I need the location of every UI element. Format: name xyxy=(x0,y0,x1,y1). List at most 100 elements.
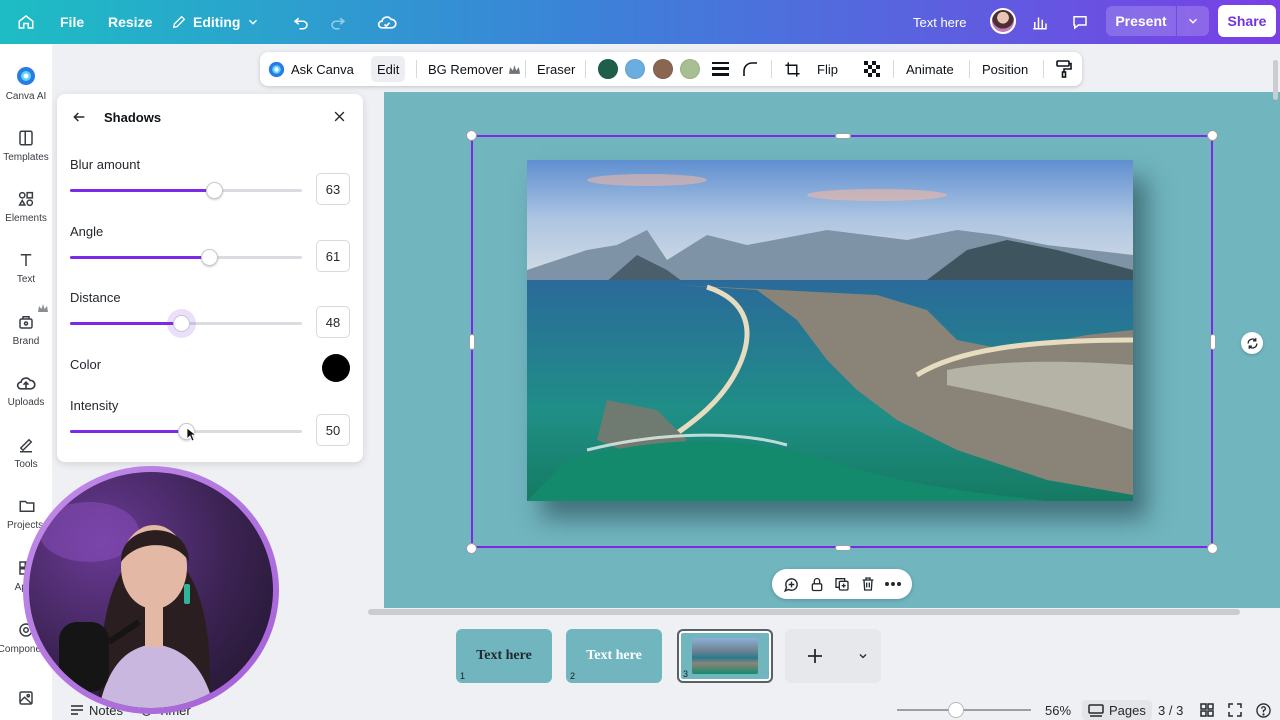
trash-icon[interactable] xyxy=(860,576,876,592)
vertical-scrollbar[interactable] xyxy=(1273,60,1278,100)
cloud-save-icon[interactable] xyxy=(375,0,399,44)
resize-handle[interactable] xyxy=(1207,130,1218,141)
slider-handle[interactable] xyxy=(173,315,190,332)
resize-handle[interactable] xyxy=(1207,543,1218,554)
chevron-down-icon[interactable] xyxy=(857,650,869,662)
page-count: 3 / 3 xyxy=(1158,702,1184,718)
intensity-value[interactable]: 50 xyxy=(316,414,350,446)
close-icon[interactable] xyxy=(332,109,347,124)
ask-canva-label: Ask Canva xyxy=(291,61,354,77)
slider-handle[interactable] xyxy=(201,249,218,266)
resize-handle[interactable] xyxy=(466,543,477,554)
slider-fill xyxy=(70,322,181,325)
color-swatch[interactable] xyxy=(653,59,673,79)
resize-handle[interactable] xyxy=(469,334,475,350)
bg-remover-button[interactable]: BG Remover xyxy=(428,52,521,86)
shadows-panel: Shadows Blur amount 63 Angle 61 Distance… xyxy=(57,94,363,462)
document-title[interactable]: Text here xyxy=(913,0,966,44)
divider xyxy=(585,60,586,78)
resize-handle[interactable] xyxy=(835,133,851,139)
resize-button[interactable]: Resize xyxy=(108,0,152,44)
rail-label: Brand xyxy=(12,336,40,347)
present-button[interactable]: Present xyxy=(1106,6,1176,36)
angle-value[interactable]: 61 xyxy=(316,240,350,272)
fullscreen-icon[interactable] xyxy=(1228,700,1242,720)
avatar[interactable] xyxy=(990,8,1016,34)
color-swatch[interactable] xyxy=(680,59,700,79)
undo-icon[interactable] xyxy=(289,0,313,44)
plus-icon[interactable] xyxy=(807,648,823,664)
present-options-button[interactable] xyxy=(1177,6,1209,36)
canva-ai-icon xyxy=(16,66,36,86)
blur-label: Blur amount xyxy=(70,157,141,172)
lock-icon[interactable] xyxy=(809,576,825,593)
duplicate-icon[interactable] xyxy=(834,576,850,592)
corner-rounding-icon[interactable] xyxy=(742,52,758,86)
grid-view-icon[interactable] xyxy=(1200,700,1214,720)
zoom-level[interactable]: 56% xyxy=(1045,700,1071,720)
home-icon[interactable] xyxy=(12,0,40,44)
crop-icon[interactable] xyxy=(784,52,801,86)
page-thumbnail-2[interactable]: Text here 2 xyxy=(566,629,662,683)
color-swatch[interactable] xyxy=(625,59,645,79)
shadow-color-swatch[interactable] xyxy=(322,354,350,382)
color-swatch[interactable] xyxy=(598,59,618,79)
zoom-slider-handle[interactable] xyxy=(948,702,964,718)
rail-label: Canva AI xyxy=(5,91,47,102)
slider-handle[interactable] xyxy=(206,182,223,199)
projects-icon xyxy=(18,497,36,515)
resize-handle[interactable] xyxy=(835,545,851,551)
back-arrow-icon[interactable] xyxy=(71,109,87,125)
animate-button[interactable]: Animate xyxy=(906,52,954,86)
pages-button[interactable]: Pages xyxy=(1082,700,1152,720)
rail-item-brand[interactable]: Brand xyxy=(0,302,52,358)
border-style-icon[interactable] xyxy=(712,52,729,86)
file-menu[interactable]: File xyxy=(60,0,84,44)
paint-roller-icon[interactable] xyxy=(1056,52,1072,86)
text-icon xyxy=(17,251,35,269)
redo-icon[interactable] xyxy=(326,0,350,44)
blur-slider[interactable] xyxy=(70,182,302,199)
page-thumbnail-1[interactable]: Text here 1 xyxy=(456,629,552,683)
ask-canva-button[interactable]: Ask Canva xyxy=(268,52,354,86)
more-options-icon[interactable] xyxy=(885,582,902,586)
distance-value[interactable]: 48 xyxy=(316,306,350,338)
blur-value[interactable]: 63 xyxy=(316,173,350,205)
horizontal-scrollbar[interactable] xyxy=(368,609,1240,615)
eraser-button[interactable]: Eraser xyxy=(537,52,575,86)
rail-item-text[interactable]: Text xyxy=(0,240,52,296)
rail-item-canva-ai[interactable]: Canva AI xyxy=(0,56,52,112)
add-comment-icon[interactable] xyxy=(783,576,800,593)
rail-item-templates[interactable]: Templates xyxy=(0,118,52,174)
transparency-icon[interactable] xyxy=(864,52,880,86)
page-thumbnail-3[interactable]: 3 xyxy=(677,629,773,683)
share-button[interactable]: Share xyxy=(1218,5,1276,37)
zoom-slider[interactable] xyxy=(897,709,1031,711)
intensity-slider[interactable] xyxy=(70,423,302,440)
rail-item-tools[interactable]: Tools xyxy=(0,425,52,481)
distance-slider[interactable] xyxy=(70,315,302,332)
divider xyxy=(1043,60,1044,78)
editing-mode-button[interactable]: Editing xyxy=(171,0,260,44)
design-canvas[interactable] xyxy=(384,92,1280,608)
comment-icon[interactable] xyxy=(1069,0,1091,44)
resize-handle[interactable] xyxy=(466,130,477,141)
position-button[interactable]: Position xyxy=(982,52,1028,86)
flip-button[interactable]: Flip xyxy=(817,52,838,86)
insights-chart-icon[interactable] xyxy=(1029,0,1051,44)
presenter-illustration xyxy=(39,502,214,708)
rail-label: Elements xyxy=(5,213,47,224)
editing-label: Editing xyxy=(193,14,241,30)
slider-fill xyxy=(70,430,186,433)
edit-button[interactable]: Edit xyxy=(371,56,406,82)
page-number: 3 xyxy=(683,669,689,679)
resize-handle[interactable] xyxy=(1210,334,1216,350)
chevron-down-icon xyxy=(246,15,260,29)
rail-item-magic-media[interactable] xyxy=(0,670,52,720)
rail-item-elements[interactable]: Elements xyxy=(0,179,52,235)
notes-icon xyxy=(70,704,84,716)
help-icon[interactable] xyxy=(1256,700,1271,720)
rail-item-uploads[interactable]: Uploads xyxy=(0,363,52,419)
angle-slider[interactable] xyxy=(70,249,302,266)
rotate-button[interactable] xyxy=(1241,332,1263,354)
